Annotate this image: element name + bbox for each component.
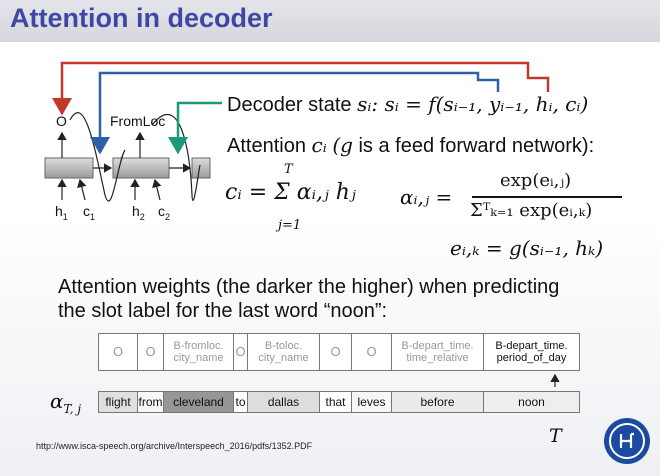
slot-label-cell: O bbox=[352, 333, 392, 371]
slot-label-text: O bbox=[330, 344, 341, 359]
slot-label-cell: O bbox=[234, 333, 248, 371]
token-cell: from bbox=[138, 391, 164, 413]
slot-label-line1: B-depart_time. bbox=[495, 340, 568, 352]
weights-line-2: the slot label for the last word “noon”: bbox=[58, 300, 388, 322]
formula-alpha-lhs: αᵢ,ⱼ = bbox=[400, 185, 453, 209]
slot-label-text: O bbox=[145, 344, 156, 359]
slot-label-cell: O bbox=[320, 333, 352, 371]
slot-label-cell: O bbox=[98, 333, 138, 371]
rnn-cell-3 bbox=[191, 157, 211, 179]
fraction-line bbox=[472, 196, 622, 198]
formula-c: cᵢ = Σ αᵢ,ⱼ hⱼ bbox=[225, 180, 356, 205]
t-label: T bbox=[549, 425, 562, 447]
formula-alpha-denominator: Σᵀₖ₌₁ exp(eᵢ,ₖ) bbox=[470, 200, 593, 221]
token-cell: dallas bbox=[248, 391, 320, 413]
token-cell: cleveland bbox=[164, 391, 234, 413]
token-row: flight from cleveland to dallas that leves befo… bbox=[98, 391, 580, 413]
slot-label-text: O bbox=[235, 344, 246, 359]
weights-line-1: Attention weights (the darker the higher… bbox=[58, 276, 560, 298]
input-label-h1: h1 bbox=[55, 203, 68, 222]
attention-line: Attention cᵢ (g is a feed forward networ… bbox=[227, 133, 595, 157]
slot-label-cell: B-depart_time. period_of_day bbox=[484, 333, 580, 371]
token-cell: leves bbox=[352, 391, 392, 413]
formula-alpha-numerator: exp(eᵢ,ⱼ) bbox=[500, 170, 572, 191]
token-cell: to bbox=[234, 391, 248, 413]
input-label-c1: c1 bbox=[83, 203, 96, 222]
slot-label-row: O O B-fromloc. city_name O B-toloc. city_name O… bbox=[98, 333, 580, 371]
slot-label-cell: B-fromloc. city_name bbox=[164, 333, 234, 371]
formula-sum-top: T bbox=[284, 162, 293, 177]
slot-label-line1: B-depart_time. bbox=[401, 340, 474, 352]
rnn-cells bbox=[44, 157, 211, 179]
slot-label-line1: B-fromloc. bbox=[173, 340, 224, 352]
token-cell: before bbox=[392, 391, 484, 413]
output-label-o: O bbox=[56, 113, 67, 129]
input-label-h2: h2 bbox=[132, 203, 145, 222]
slot-label-text: O bbox=[112, 344, 124, 359]
alpha-label: αT, j bbox=[50, 389, 82, 416]
hse-logo-icon bbox=[619, 432, 634, 448]
slot-label-cell: B-depart_time. time_relative bbox=[392, 333, 484, 371]
formula-e: eᵢ,ₖ = g(sᵢ₋₁, hₖ) bbox=[450, 236, 604, 260]
slot-label-cell: B-toloc. city_name bbox=[248, 333, 320, 371]
slot-label-line2: city_name bbox=[258, 352, 309, 364]
output-label-fromloc: FromLoc bbox=[110, 113, 166, 129]
hse-logo bbox=[604, 418, 650, 464]
decoder-state-line: Decoder state sᵢ: sᵢ = f(sᵢ₋₁, yᵢ₋₁, hᵢ,… bbox=[227, 92, 589, 116]
slot-label-cell: O bbox=[138, 333, 164, 371]
slot-label-line1: B-toloc. bbox=[264, 340, 303, 352]
input-label-c2: c2 bbox=[158, 203, 171, 222]
token-cell: that bbox=[320, 391, 352, 413]
slot-label-line2: city_name bbox=[173, 352, 224, 364]
green-arrow bbox=[168, 101, 222, 155]
token-cell: flight bbox=[98, 391, 138, 413]
slot-label-text: O bbox=[366, 344, 377, 359]
slot-label-line2: time_relative bbox=[406, 352, 469, 364]
slot-label-line2: period_of_day bbox=[496, 352, 567, 364]
footer-url[interactable]: http://www.isca-speech.org/archive/Inter… bbox=[36, 441, 312, 451]
formula-sum-bottom: j=1 bbox=[278, 218, 302, 233]
token-cell: noon bbox=[484, 391, 580, 413]
hse-logo-mark bbox=[609, 423, 645, 459]
rnn-cell-1 bbox=[44, 157, 94, 179]
